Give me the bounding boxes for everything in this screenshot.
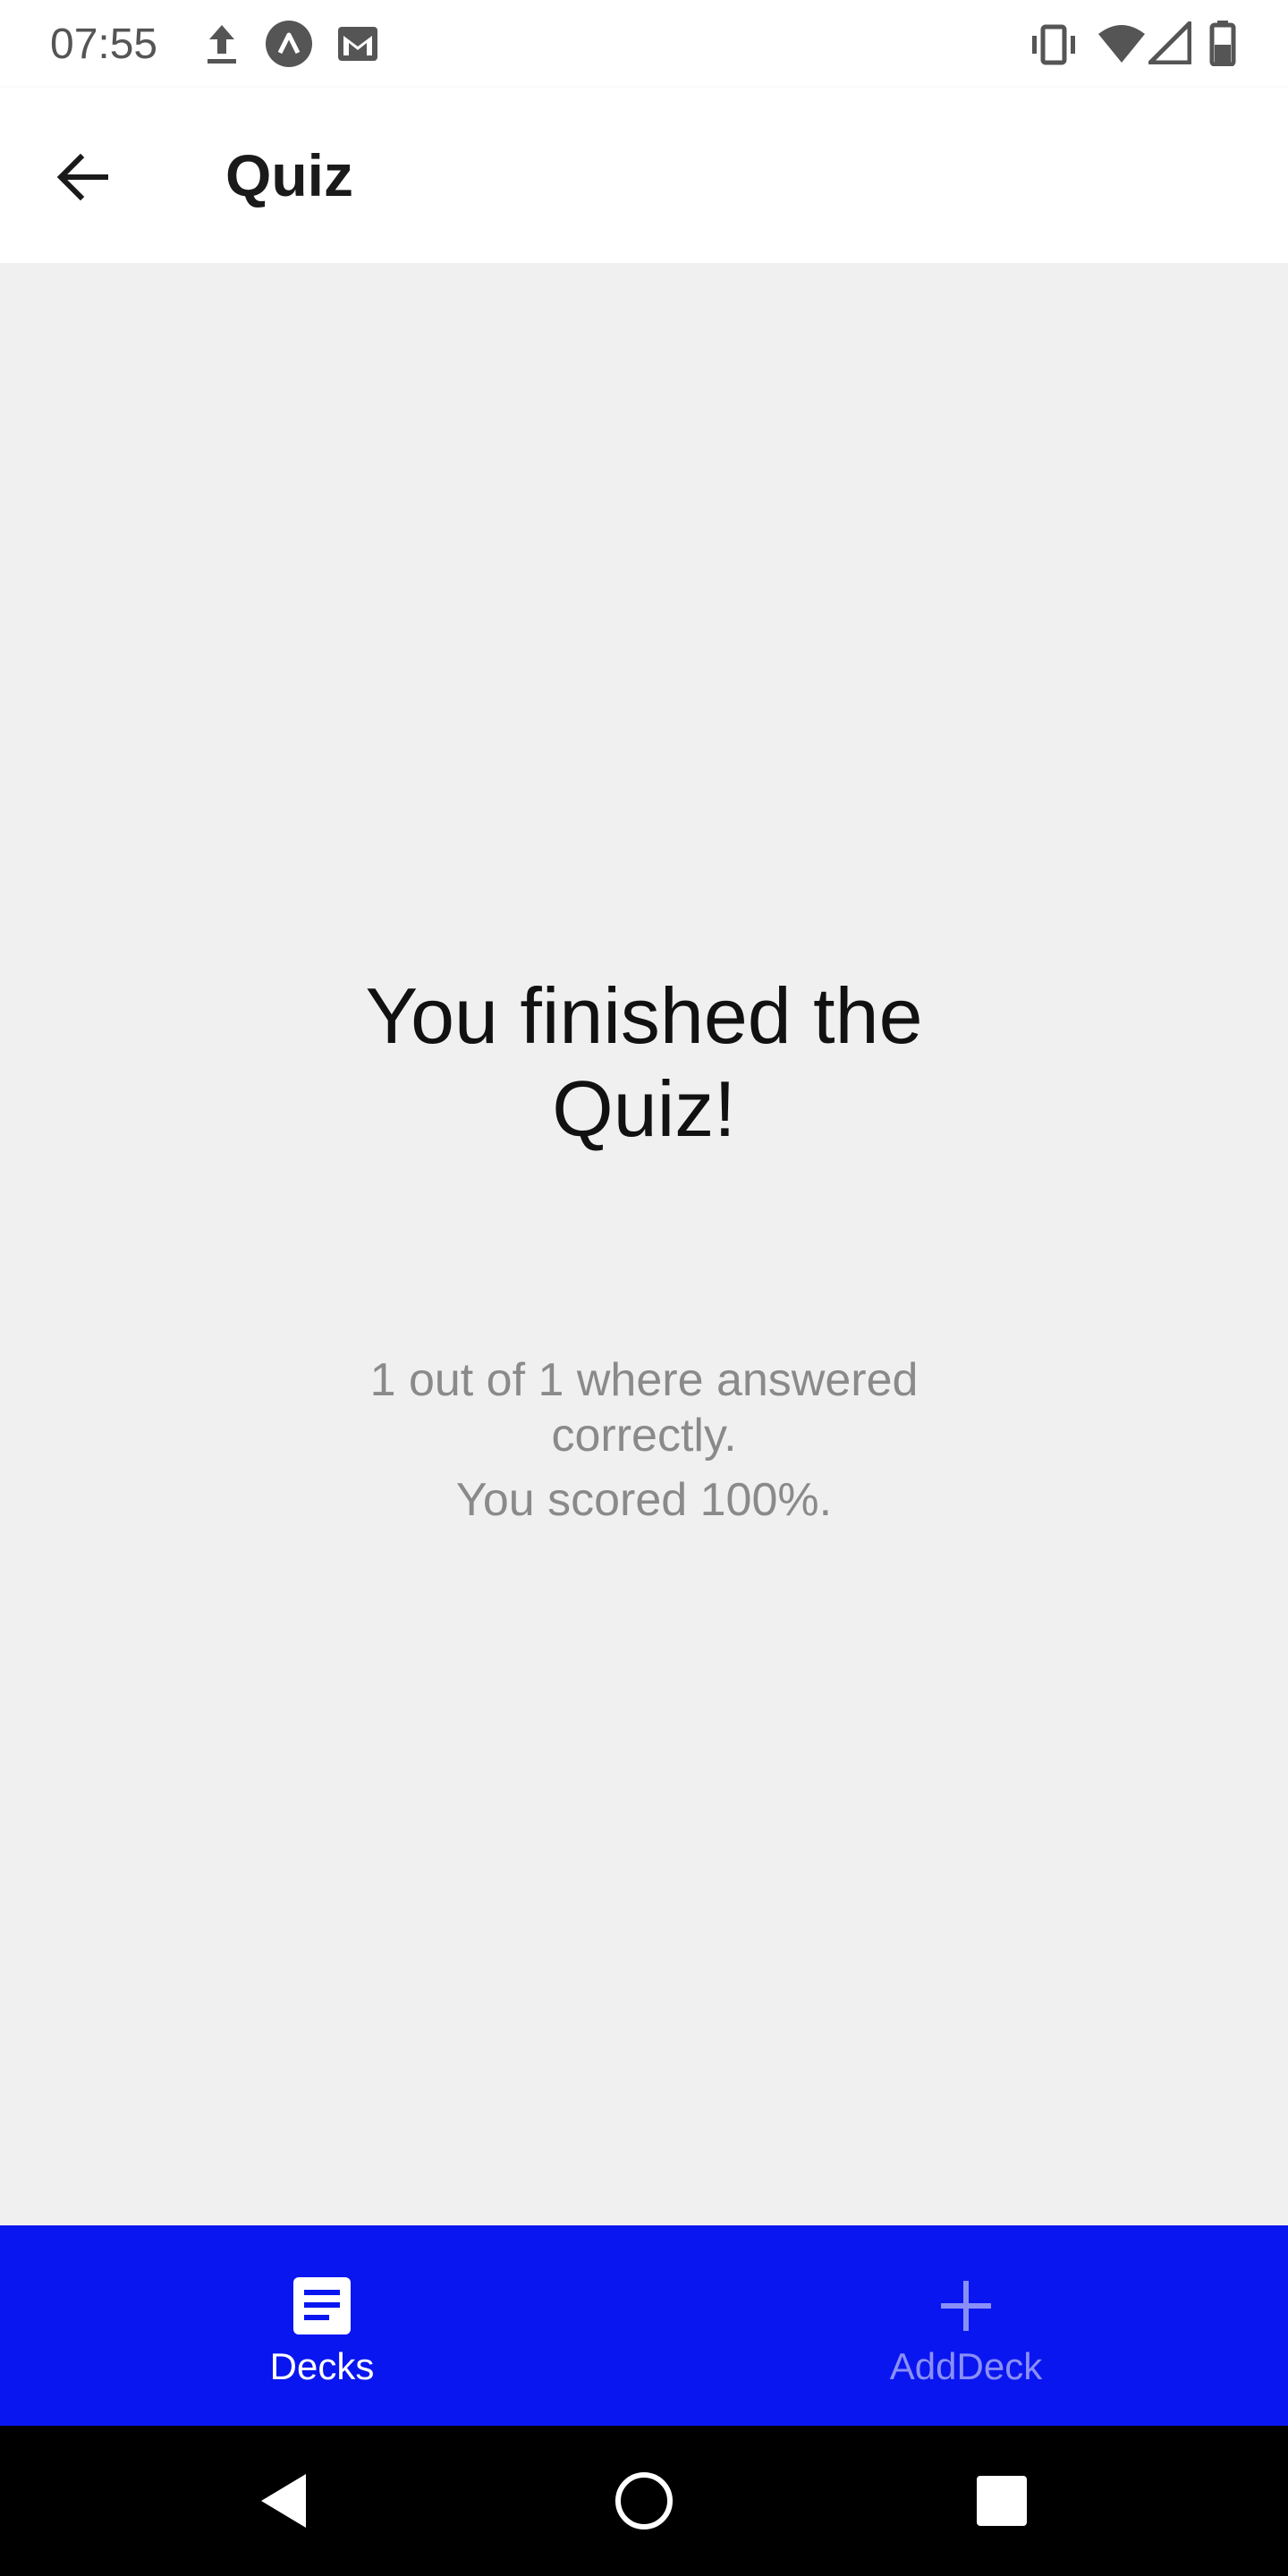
app-notification-icon (266, 21, 312, 67)
arrow-left-icon (56, 153, 108, 201)
nav-home-icon[interactable] (608, 2465, 680, 2537)
gmail-icon (338, 27, 377, 61)
status-time: 07:55 (50, 21, 158, 68)
tab-adddeck-label: AddDeck (889, 2345, 1043, 2387)
finish-heading-line-1: You finished the (365, 971, 923, 1060)
bottom-tab-bar: Decks AddDeck (0, 2225, 1288, 2426)
app-screen: 07:55 Quiz You finished the Quiz! 1 out … (0, 0, 1288, 2576)
tab-adddeck[interactable]: AddDeck (644, 2225, 1288, 2426)
back-button[interactable] (39, 134, 125, 220)
battery-icon (1209, 21, 1236, 66)
finish-heading-line-2: Quiz! (552, 1064, 736, 1153)
tab-decks[interactable]: Decks (0, 2225, 644, 2426)
quiz-result-screen: You finished the Quiz! 1 out of 1 where … (0, 263, 1288, 2225)
system-nav-bar (0, 2426, 1288, 2576)
document-icon (293, 2277, 351, 2334)
score-text: You scored 100%. (455, 1474, 833, 1526)
result-text-line-2: correctly. (551, 1410, 737, 1462)
upload-icon (208, 25, 236, 64)
nav-back-icon[interactable] (250, 2465, 322, 2537)
result-summary: 1 out of 1 where answered correctly. You… (0, 1352, 1288, 1528)
tab-decks-label: Decks (269, 2345, 375, 2387)
wifi-icon (1098, 25, 1145, 63)
plus-icon (941, 2281, 991, 2331)
status-bar: 07:55 (0, 0, 1288, 88)
nav-recent-apps-icon[interactable] (966, 2465, 1038, 2537)
finish-heading: You finished the Quiz! (0, 970, 1288, 1156)
cell-signal-icon (1148, 21, 1191, 64)
result-text-line-1: 1 out of 1 where answered (369, 1354, 919, 1406)
app-header: Quiz (0, 88, 1288, 263)
page-title: Quiz (225, 142, 353, 208)
vibrate-icon (1032, 24, 1075, 65)
